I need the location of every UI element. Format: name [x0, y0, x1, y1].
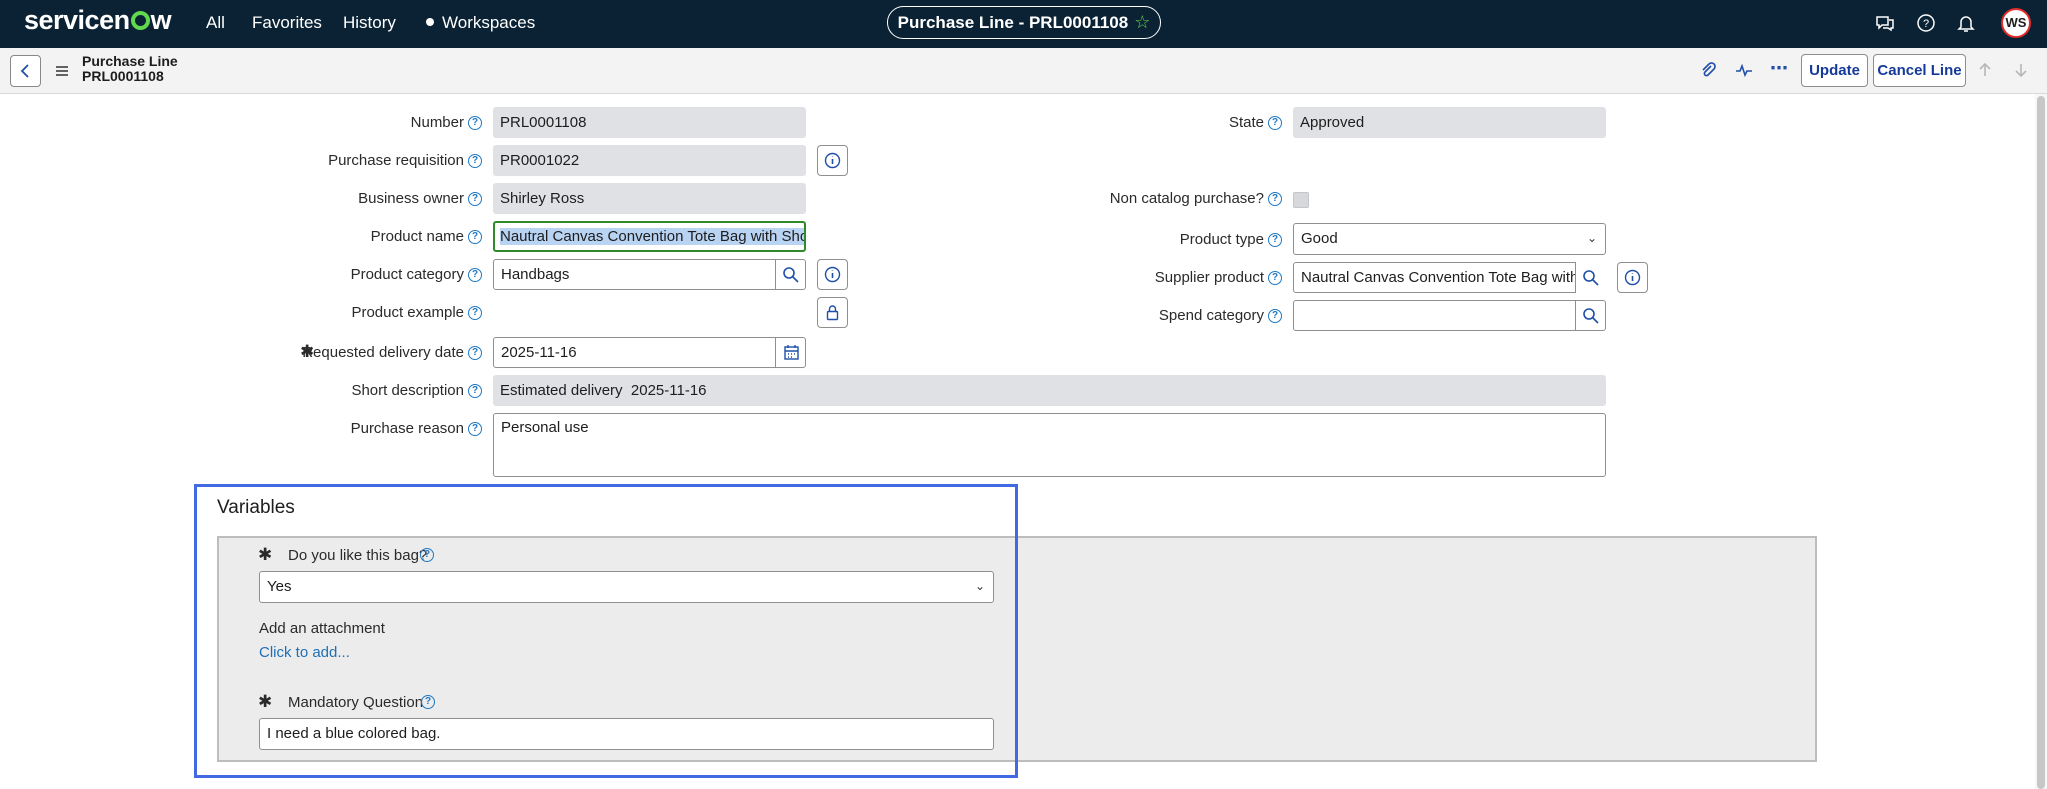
product-category-label: Product category — [350, 266, 464, 283]
nav-history[interactable]: History — [343, 13, 396, 33]
info-icon — [1624, 269, 1641, 286]
record-number: PRL0001108 — [82, 68, 164, 84]
user-avatar[interactable]: WS — [2001, 8, 2031, 38]
business-owner-label: Business owner — [358, 190, 464, 207]
state-label: State — [1228, 114, 1264, 131]
non-catalog-help-icon[interactable]: ? — [1268, 192, 1282, 206]
notifications-bell-icon[interactable] — [1955, 12, 1977, 34]
search-icon — [1583, 270, 1599, 286]
form-header: Purchase Line PRL0001108 ⋯ Update Cancel… — [0, 48, 2047, 94]
more-options-icon[interactable]: ⋯ — [1770, 58, 1790, 78]
purchase-reason-help-icon[interactable]: ? — [468, 422, 482, 436]
product-category-help-icon[interactable]: ? — [468, 268, 482, 282]
purchase-requisition-label: Purchase requisition — [328, 152, 464, 169]
chevron-down-icon: ⌄ — [1586, 231, 1597, 245]
favorite-star-icon[interactable]: ☆ — [1134, 12, 1150, 32]
number-label: Number — [410, 114, 464, 131]
purchase-requisition-info-button[interactable] — [817, 145, 848, 176]
product-name-input[interactable]: Nautral Canvas Convention Tote Bag with … — [493, 221, 806, 252]
state-help-icon[interactable]: ? — [1268, 116, 1282, 130]
nav-favorites[interactable]: Favorites — [252, 13, 322, 33]
product-category-lookup-button[interactable] — [775, 259, 806, 290]
short-description-help-icon[interactable]: ? — [468, 384, 482, 398]
attachment-paperclip-icon[interactable] — [1698, 60, 1718, 80]
short-description-label: Short description — [351, 382, 464, 399]
state-field: Approved — [1293, 107, 1606, 138]
non-catalog-purchase-label: Non catalog purchase? — [1109, 190, 1264, 207]
product-type-label: Product type — [1179, 231, 1264, 248]
date-picker-button[interactable] — [775, 337, 806, 368]
search-icon — [783, 267, 799, 283]
spend-category-label: Spend category — [1158, 307, 1264, 324]
product-name-help-icon[interactable]: ? — [468, 230, 482, 244]
servicenow-logo[interactable]: servicen w — [24, 5, 172, 36]
help-icon[interactable]: ? — [1915, 12, 1937, 34]
nav-workspaces[interactable]: Workspaces — [426, 13, 535, 33]
number-help-icon[interactable]: ? — [468, 116, 482, 130]
record-title-pill[interactable]: Purchase Line - PRL0001108 ☆ — [887, 6, 1161, 39]
back-button[interactable] — [10, 55, 41, 87]
supplier-product-help-icon[interactable]: ? — [1268, 271, 1282, 285]
spend-category-input[interactable] — [1293, 300, 1606, 331]
record-table-name: Purchase Line — [82, 53, 178, 69]
business-owner-field: Shirley Ross — [493, 183, 806, 214]
purchase-requisition-help-icon[interactable]: ? — [468, 154, 482, 168]
spend-category-lookup-button[interactable] — [1575, 300, 1606, 331]
record-heading: Purchase Line PRL0001108 — [82, 54, 178, 84]
purchase-requisition-field: PR0001022 — [493, 145, 806, 176]
arrow-down-icon[interactable] — [2011, 60, 2031, 80]
chevron-left-icon — [20, 64, 29, 78]
lock-icon — [826, 305, 839, 321]
search-icon — [1583, 308, 1599, 324]
product-category-info-button[interactable] — [817, 259, 848, 290]
top-nav: servicen w All Favorites History Workspac… — [0, 0, 2047, 48]
product-example-label: Product example — [351, 304, 464, 321]
number-field: PRL0001108 — [493, 107, 806, 138]
supplier-product-lookup-button[interactable] — [1575, 262, 1606, 293]
requested-delivery-date-label: Requested delivery date — [302, 344, 464, 361]
arrow-up-icon[interactable] — [1975, 60, 1995, 80]
calendar-icon — [784, 345, 799, 360]
purchase-reason-label: Purchase reason — [350, 420, 464, 437]
info-icon — [824, 266, 841, 283]
product-name-label: Product name — [370, 228, 464, 245]
purchase-reason-textarea[interactable]: Personal use — [493, 413, 1606, 477]
requested-delivery-help-icon[interactable]: ? — [468, 346, 482, 360]
selected-text: Nautral Canvas Convention Tote Bag with … — [500, 228, 804, 245]
workspaces-dot-icon — [426, 18, 434, 26]
cancel-line-button[interactable]: Cancel Line — [1873, 54, 1966, 87]
supplier-product-label: Supplier product — [1154, 269, 1264, 286]
info-icon — [824, 152, 841, 169]
update-button[interactable]: Update — [1801, 54, 1868, 87]
supplier-product-info-button[interactable] — [1617, 262, 1648, 293]
product-example-help-icon[interactable]: ? — [468, 306, 482, 320]
spend-category-help-icon[interactable]: ? — [1268, 309, 1282, 323]
non-catalog-checkbox[interactable] — [1293, 192, 1309, 208]
product-example-lock-button[interactable] — [817, 297, 848, 328]
chat-icon[interactable] — [1874, 12, 1896, 34]
short-description-field: Estimated delivery 2025-11-16 — [493, 375, 1606, 406]
context-menu-icon[interactable] — [55, 64, 69, 78]
nav-all[interactable]: All — [206, 13, 225, 33]
supplier-product-input[interactable]: Nautral Canvas Convention Tote Bag with … — [1293, 262, 1606, 293]
requested-delivery-date-input[interactable]: 2025-11-16 — [493, 337, 806, 368]
scrollbar-thumb[interactable] — [2037, 96, 2045, 789]
product-type-help-icon[interactable]: ? — [1268, 233, 1282, 247]
svg-text:?: ? — [1923, 18, 1929, 30]
business-owner-help-icon[interactable]: ? — [468, 192, 482, 206]
product-type-select[interactable]: Good ⌄ — [1293, 223, 1606, 255]
highlight-box — [194, 484, 1018, 778]
activity-pulse-icon[interactable] — [1734, 60, 1754, 80]
product-category-input[interactable]: Handbags — [493, 259, 806, 290]
